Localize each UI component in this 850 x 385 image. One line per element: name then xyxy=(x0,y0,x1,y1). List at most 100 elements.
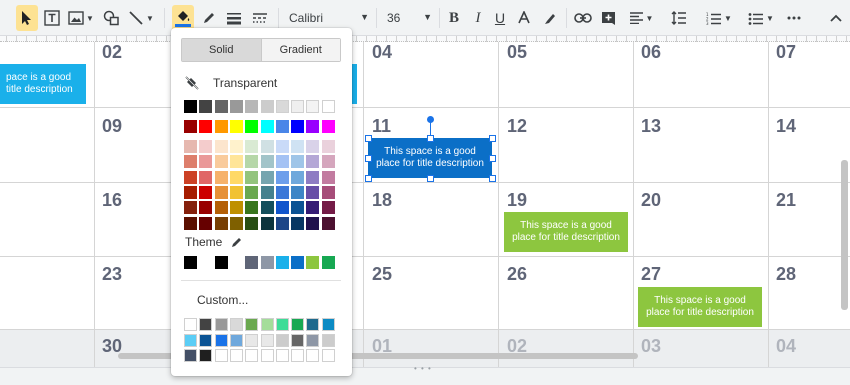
font-family-select[interactable]: Calibri ▼ xyxy=(289,7,369,29)
bold-button[interactable]: B xyxy=(445,5,463,31)
color-swatch[interactable] xyxy=(184,120,197,133)
selected-event-block[interactable]: This space is a good place for title des… xyxy=(368,138,492,178)
color-swatch[interactable] xyxy=(245,201,259,215)
custom-color-swatch[interactable] xyxy=(291,318,305,331)
color-swatch[interactable] xyxy=(306,100,320,113)
color-swatch[interactable] xyxy=(245,155,259,169)
color-swatch[interactable] xyxy=(306,140,320,153)
shape-tool[interactable] xyxy=(100,5,122,31)
more-button[interactable] xyxy=(784,5,804,31)
custom-color-swatch[interactable] xyxy=(306,333,320,347)
event-block[interactable]: This space is a good place for title des… xyxy=(504,212,628,252)
custom-color-swatch[interactable] xyxy=(229,349,243,362)
color-swatch[interactable] xyxy=(321,140,335,153)
color-swatch[interactable] xyxy=(199,155,213,169)
edit-theme-icon[interactable] xyxy=(231,236,243,248)
color-swatch[interactable] xyxy=(214,120,228,133)
color-swatch[interactable] xyxy=(214,185,228,199)
color-swatch[interactable] xyxy=(291,120,305,133)
custom-color-swatch[interactable] xyxy=(229,333,243,347)
resize-handle[interactable] xyxy=(427,175,434,182)
custom-color-swatch[interactable] xyxy=(291,349,305,362)
tab-solid[interactable]: Solid xyxy=(182,39,261,61)
theme-color-swatch[interactable] xyxy=(321,256,335,269)
highlight-button[interactable] xyxy=(540,5,560,31)
custom-color-button[interactable]: Custom... xyxy=(197,293,248,307)
color-swatch[interactable] xyxy=(275,140,289,153)
color-swatch[interactable] xyxy=(184,155,197,169)
color-swatch[interactable] xyxy=(184,216,197,230)
color-swatch[interactable] xyxy=(260,120,274,133)
color-swatch[interactable] xyxy=(245,140,259,153)
text-color-button[interactable] xyxy=(514,5,534,31)
color-swatch[interactable] xyxy=(291,155,305,169)
color-swatch[interactable] xyxy=(260,185,274,199)
color-swatch[interactable] xyxy=(245,170,259,184)
custom-color-swatch[interactable] xyxy=(275,318,289,331)
custom-color-swatch[interactable] xyxy=(275,349,289,362)
color-swatch[interactable] xyxy=(291,100,305,113)
event-block[interactable]: This space is a good place for title des… xyxy=(638,287,762,327)
color-swatch[interactable] xyxy=(291,201,305,215)
custom-color-swatch[interactable] xyxy=(291,333,305,347)
slide-canvas[interactable]: 02 04 05 06 07 09 11 12 13 14 16 18 19 20 21 23 25 26 27 28… xyxy=(0,42,850,367)
color-swatch[interactable] xyxy=(275,170,289,184)
color-swatch[interactable] xyxy=(229,120,243,133)
custom-color-swatch[interactable] xyxy=(321,333,335,347)
color-swatch[interactable] xyxy=(229,155,243,169)
theme-color-swatch[interactable] xyxy=(245,256,259,269)
custom-color-swatch[interactable] xyxy=(260,333,274,347)
resize-handle[interactable] xyxy=(365,175,372,182)
color-swatch[interactable] xyxy=(260,140,274,153)
color-swatch[interactable] xyxy=(306,170,320,184)
custom-color-swatch[interactable] xyxy=(184,333,197,347)
color-swatch[interactable] xyxy=(260,170,274,184)
color-swatch[interactable] xyxy=(291,170,305,184)
color-swatch[interactable] xyxy=(306,155,320,169)
color-swatch[interactable] xyxy=(184,140,197,153)
vertical-scrollbar[interactable] xyxy=(841,160,848,310)
font-size-select[interactable]: 36 ▼ xyxy=(387,7,432,29)
color-swatch[interactable] xyxy=(184,185,197,199)
color-swatch[interactable] xyxy=(199,120,213,133)
resize-handle[interactable] xyxy=(427,135,434,142)
add-comment-button[interactable] xyxy=(598,5,618,31)
color-swatch[interactable] xyxy=(229,170,243,184)
color-swatch[interactable] xyxy=(214,100,228,113)
color-swatch[interactable] xyxy=(275,120,289,133)
color-swatch[interactable] xyxy=(275,201,289,215)
color-swatch[interactable] xyxy=(260,216,274,230)
color-swatch[interactable] xyxy=(321,185,335,199)
custom-color-swatch[interactable] xyxy=(199,349,213,362)
color-swatch[interactable] xyxy=(321,216,335,230)
color-swatch[interactable] xyxy=(214,201,228,215)
color-swatch[interactable] xyxy=(184,100,197,113)
color-swatch[interactable] xyxy=(260,155,274,169)
text-tool[interactable] xyxy=(42,5,62,31)
color-swatch[interactable] xyxy=(214,155,228,169)
color-swatch[interactable] xyxy=(184,170,197,184)
color-swatch[interactable] xyxy=(214,140,228,153)
color-swatch[interactable] xyxy=(245,100,259,113)
theme-color-swatch[interactable] xyxy=(214,256,228,269)
resize-handle[interactable] xyxy=(489,135,496,142)
color-swatch[interactable] xyxy=(275,216,289,230)
theme-color-swatch[interactable] xyxy=(260,256,274,269)
resize-handle[interactable] xyxy=(365,135,372,142)
color-swatch[interactable] xyxy=(306,201,320,215)
color-swatch[interactable] xyxy=(229,201,243,215)
event-block[interactable]: pace is a good title description xyxy=(0,64,86,104)
color-swatch[interactable] xyxy=(245,120,259,133)
color-swatch[interactable] xyxy=(214,216,228,230)
custom-color-swatch[interactable] xyxy=(245,349,259,362)
custom-color-swatch[interactable] xyxy=(260,318,274,331)
custom-color-swatch[interactable] xyxy=(214,349,228,362)
color-swatch[interactable] xyxy=(291,140,305,153)
resize-handle[interactable] xyxy=(365,155,372,162)
color-swatch[interactable] xyxy=(245,216,259,230)
color-swatch[interactable] xyxy=(199,216,213,230)
color-swatch[interactable] xyxy=(321,100,335,113)
custom-color-swatch[interactable] xyxy=(306,318,320,331)
color-swatch[interactable] xyxy=(199,140,213,153)
color-swatch[interactable] xyxy=(214,170,228,184)
